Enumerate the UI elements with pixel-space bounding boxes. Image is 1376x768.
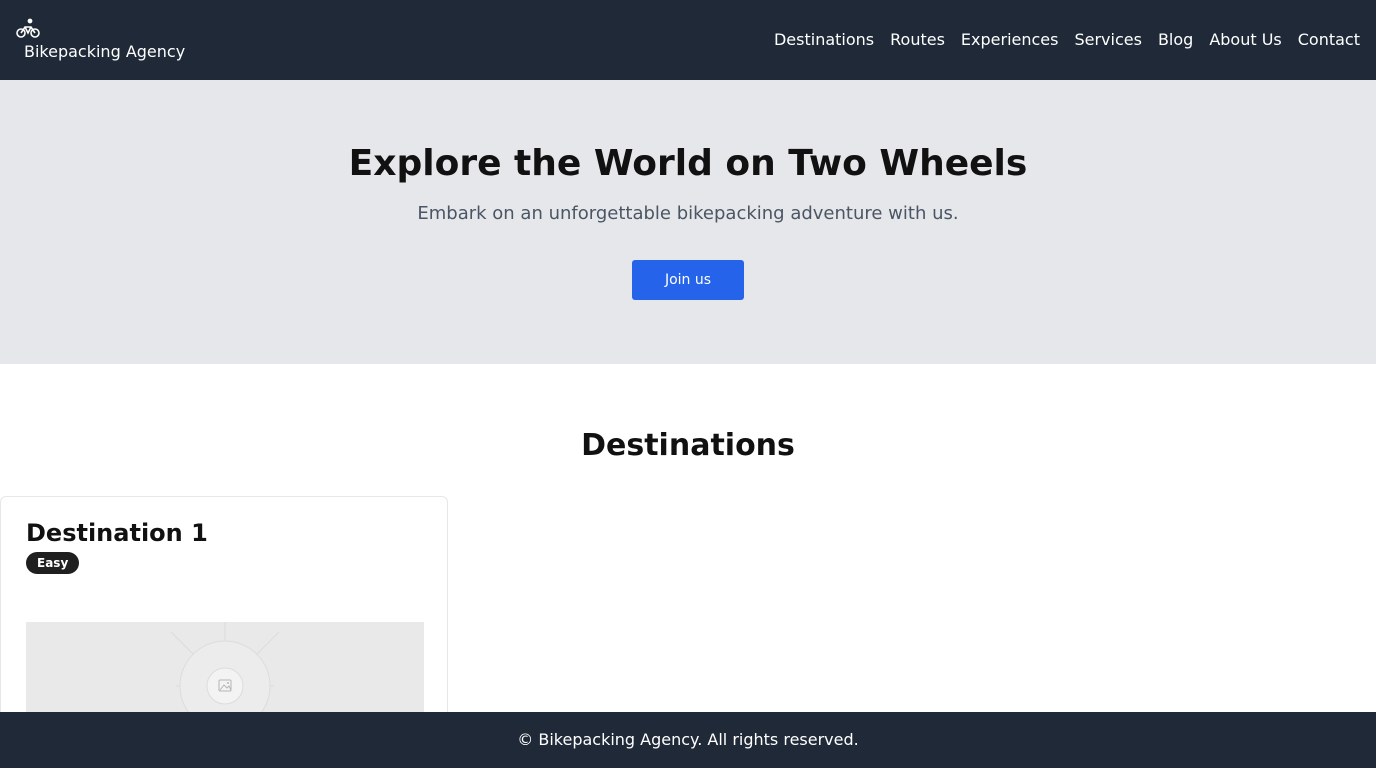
join-us-button[interactable]: Join us — [632, 260, 744, 300]
nav-experiences[interactable]: Experiences — [961, 30, 1059, 50]
hero-subtitle: Embark on an unforgettable bikepacking a… — [417, 203, 959, 224]
footer-copyright: © Bikepacking Agency. All rights reserve… — [517, 730, 859, 749]
site-header: Bikepacking Agency Destinations Routes E… — [0, 0, 1376, 80]
brand-name: Bikepacking Agency — [24, 42, 186, 61]
nav-about-us[interactable]: About Us — [1209, 30, 1281, 50]
nav-contact[interactable]: Contact — [1298, 30, 1360, 50]
nav-routes[interactable]: Routes — [890, 30, 945, 50]
hero-section: Explore the World on Two Wheels Embark o… — [0, 80, 1376, 364]
nav-services[interactable]: Services — [1074, 30, 1141, 50]
main-nav: Destinations Routes Experiences Services… — [774, 30, 1360, 50]
brand-logo[interactable]: Bikepacking Agency — [16, 18, 185, 62]
difficulty-badge: Easy — [26, 552, 80, 574]
destination-card[interactable]: Destination 1 Easy — [0, 496, 448, 736]
destinations-title: Destinations — [581, 428, 795, 463]
hero-title: Explore the World on Two Wheels — [348, 143, 1028, 184]
bicycle-icon — [16, 18, 40, 38]
site-footer: © Bikepacking Agency. All rights reserve… — [0, 712, 1376, 768]
destination-card-title: Destination 1 — [26, 519, 208, 547]
nav-blog[interactable]: Blog — [1158, 30, 1193, 50]
nav-destinations[interactable]: Destinations — [774, 30, 874, 50]
